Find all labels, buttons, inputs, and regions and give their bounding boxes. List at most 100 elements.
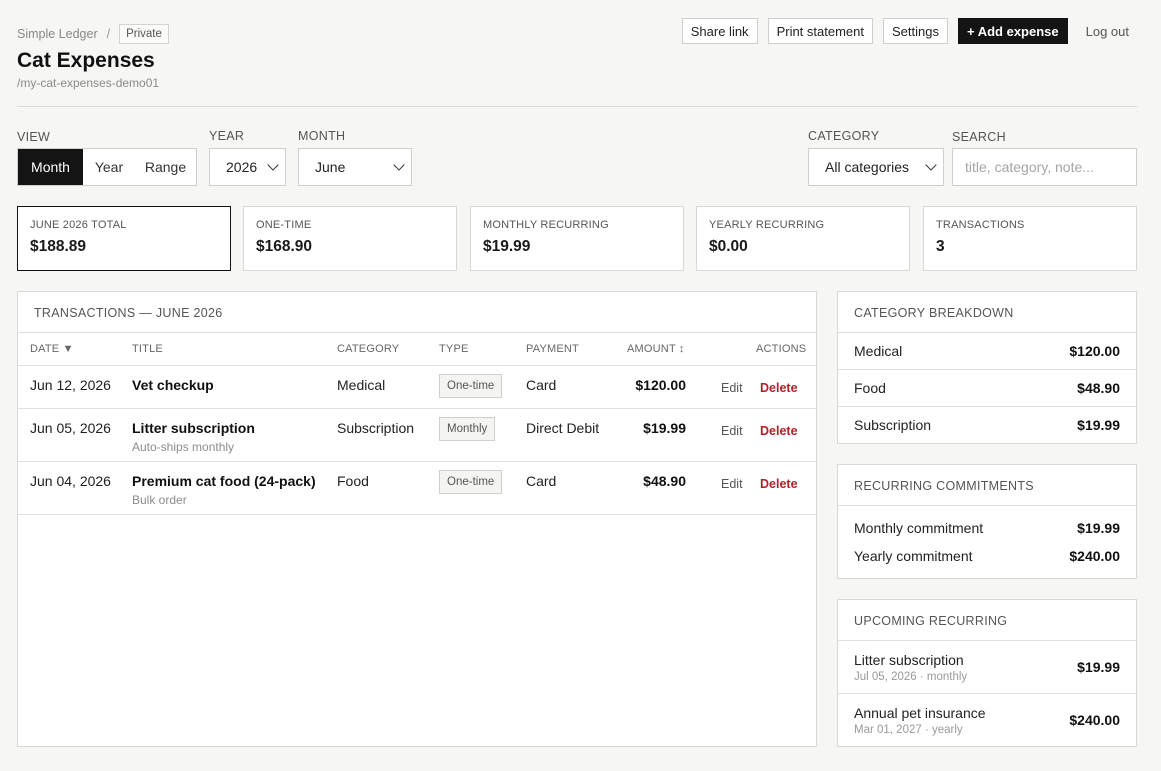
category-total: $19.99 <box>1077 417 1120 433</box>
stat-value: 3 <box>936 238 945 255</box>
table-row: Jun 05, 2026 Litter subscription Auto-sh… <box>18 409 816 462</box>
upcoming-item-info: Annual pet insurance Mar 01, 2027 · year… <box>854 705 986 736</box>
delete-button[interactable]: Delete <box>760 381 798 395</box>
upcoming-item-value: $19.99 <box>1077 659 1120 675</box>
row-date: Jun 05, 2026 <box>30 420 111 436</box>
year-select[interactable]: 2026 <box>209 148 286 186</box>
stat-card-transactions: TRANSACTIONS 3 <box>923 206 1137 271</box>
row-amount: $19.99 <box>643 420 686 436</box>
commitment-name: Monthly commitment <box>854 520 984 536</box>
transactions-title: TRANSACTIONS — JUNE 2026 <box>18 292 816 333</box>
row-category: Food <box>337 473 369 489</box>
list-item: Monthly commitment $19.99 <box>838 514 1136 542</box>
stat-value: $0.00 <box>709 238 748 255</box>
list-item: Yearly commitment $240.00 <box>838 542 1136 570</box>
column-header-title: TITLE <box>132 343 163 355</box>
column-header-category: CATEGORY <box>337 343 400 355</box>
column-header-type: TYPE <box>439 343 469 355</box>
category-breakdown-panel: CATEGORY BREAKDOWN Medical $120.00 Food … <box>837 291 1137 444</box>
search-input[interactable] <box>952 148 1137 186</box>
upcoming-item-value: $240.00 <box>1069 712 1120 728</box>
category-name: Subscription <box>854 417 932 433</box>
table-row: Jun 04, 2026 Premium cat food (24-pack) … <box>18 462 816 515</box>
view-option-year[interactable]: Year <box>83 149 135 185</box>
breadcrumb-separator: / <box>106 27 111 41</box>
edit-button[interactable]: Edit <box>721 477 743 491</box>
type-badge: Monthly <box>439 417 496 441</box>
header-divider <box>17 106 1137 107</box>
year-label: YEAR <box>209 129 245 143</box>
stat-card-period-total: JUNE 2026 TOTAL $188.89 <box>17 206 231 271</box>
upcoming-item-info: Litter subscription Jul 05, 2026 · month… <box>854 652 967 683</box>
visibility-badge: Private <box>119 24 169 44</box>
stat-label: YEARLY RECURRING <box>709 219 825 231</box>
view-option-range[interactable]: Range <box>135 149 196 185</box>
category-name: Food <box>854 380 886 396</box>
recurring-commitments-panel: RECURRING COMMITMENTS Monthly commitment… <box>837 464 1137 579</box>
stat-value: $168.90 <box>256 238 313 255</box>
commitment-value: $19.99 <box>1077 520 1120 536</box>
share-link-button[interactable]: Share link <box>681 18 758 44</box>
stat-card-monthly-recurring: MONTHLY RECURRING $19.99 <box>470 206 684 271</box>
list-item: Food $48.90 <box>838 370 1136 407</box>
stat-label: ONE-TIME <box>256 219 312 231</box>
stat-label: JUNE 2026 TOTAL <box>30 219 127 231</box>
list-item: Subscription $19.99 <box>838 407 1136 443</box>
category-total: $48.90 <box>1077 380 1120 396</box>
upcoming-item-detail: Jul 05, 2026 · monthly <box>854 670 968 683</box>
chevron-down-icon <box>393 159 405 171</box>
row-title: Vet checkup <box>132 377 214 393</box>
year-select-value: 2026 <box>226 159 258 175</box>
row-category: Subscription <box>337 420 415 436</box>
category-total: $120.00 <box>1069 343 1120 359</box>
row-date: Jun 04, 2026 <box>30 473 111 489</box>
stat-label: TRANSACTIONS <box>936 219 1025 231</box>
row-payment: Card <box>526 473 557 489</box>
chevron-down-icon <box>925 159 937 171</box>
category-select[interactable]: All categories <box>808 148 944 186</box>
column-header-date[interactable]: DATE ▼ <box>30 343 74 355</box>
upcoming-item-detail: Mar 01, 2027 · yearly <box>854 723 963 736</box>
edit-button[interactable]: Edit <box>721 424 743 438</box>
settings-button[interactable]: Settings <box>883 18 948 44</box>
stat-label: MONTHLY RECURRING <box>483 219 609 231</box>
upcoming-item-name: Litter subscription <box>854 651 964 668</box>
row-category: Medical <box>337 377 386 393</box>
list-item: Annual pet insurance Mar 01, 2027 · year… <box>838 694 1136 746</box>
transactions-table-header: DATE ▼ TITLE CATEGORY TYPE PAYMENT AMOUN… <box>18 333 816 366</box>
stat-card-yearly-recurring: YEARLY RECURRING $0.00 <box>696 206 910 271</box>
list-item: Litter subscription Jul 05, 2026 · month… <box>838 641 1136 694</box>
delete-button[interactable]: Delete <box>760 424 798 438</box>
row-title: Litter subscription <box>132 420 255 436</box>
recurring-commitments-title: RECURRING COMMITMENTS <box>838 465 1136 506</box>
table-row: Jun 12, 2026 Vet checkup Medical One-tim… <box>18 366 816 409</box>
row-title: Premium cat food (24-pack) <box>132 473 316 489</box>
category-select-value: All categories <box>825 159 910 175</box>
column-header-actions: ACTIONS <box>756 343 807 355</box>
category-name: Medical <box>854 343 903 359</box>
stat-card-one-time: ONE-TIME $168.90 <box>243 206 457 271</box>
category-breakdown-title: CATEGORY BREAKDOWN <box>838 292 1136 333</box>
view-option-month[interactable]: Month <box>18 149 83 185</box>
page-title: Cat Expenses <box>17 49 155 72</box>
column-header-amount[interactable]: AMOUNT ↕ <box>627 343 685 355</box>
row-note: Auto-ships monthly <box>132 440 235 454</box>
print-statement-button[interactable]: Print statement <box>767 18 873 44</box>
chevron-down-icon <box>267 159 279 171</box>
row-amount: $48.90 <box>643 473 686 489</box>
upcoming-recurring-panel: UPCOMING RECURRING Litter subscription J… <box>837 599 1137 747</box>
stat-value: $19.99 <box>483 238 531 255</box>
view-segmented-control: Month Year Range <box>17 148 197 186</box>
edit-button[interactable]: Edit <box>721 381 743 395</box>
logout-button[interactable]: Log out <box>1078 18 1137 44</box>
category-label: CATEGORY <box>808 129 880 143</box>
column-header-payment: PAYMENT <box>526 343 579 355</box>
breadcrumb: Simple Ledger / Private <box>17 24 169 44</box>
delete-button[interactable]: Delete <box>760 477 798 491</box>
app-name-link[interactable]: Simple Ledger <box>17 27 98 41</box>
row-payment: Direct Debit <box>526 420 600 436</box>
month-select[interactable]: June <box>298 148 412 186</box>
upcoming-recurring-title: UPCOMING RECURRING <box>838 600 1136 641</box>
add-expense-button[interactable]: + Add expense <box>957 18 1068 44</box>
type-badge: One-time <box>439 374 503 398</box>
